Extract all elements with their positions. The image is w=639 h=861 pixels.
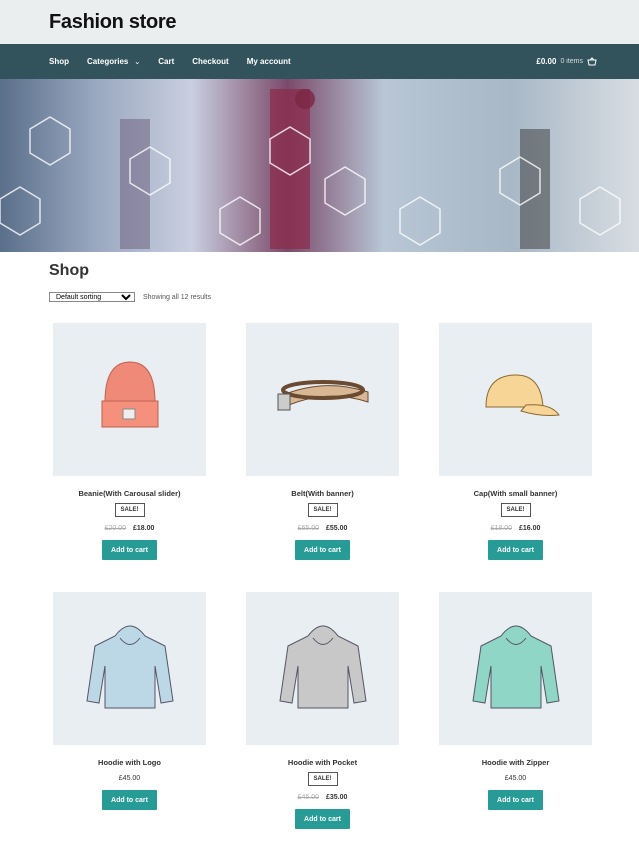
hoodie-zipper-icon <box>471 616 561 721</box>
product-card: Belt(With banner) SALE! £65.00 £55.00 Add to… <box>246 323 399 592</box>
add-to-cart-button[interactable]: Add to cart <box>102 790 157 810</box>
product-image[interactable] <box>53 323 206 476</box>
old-price: £18.00 <box>490 525 512 532</box>
old-price: £20.00 <box>104 525 126 532</box>
hero-banner <box>0 79 639 252</box>
sale-badge: SALE! <box>307 772 338 786</box>
product-name[interactable]: Cap(With small banner) <box>474 489 558 498</box>
nav-shop[interactable]: Shop <box>49 57 69 66</box>
product-image[interactable] <box>246 592 399 745</box>
product-name[interactable]: Hoodie with Zipper <box>482 758 550 767</box>
sale-badge: SALE! <box>307 503 338 517</box>
header-cart[interactable]: £0.00 0 items <box>536 57 597 66</box>
hoodie-pocket-icon <box>278 616 368 721</box>
sale-badge: SALE! <box>500 503 531 517</box>
nav-label: My account <box>246 57 291 66</box>
basket-icon <box>587 57 597 66</box>
product-name[interactable]: Belt(With banner) <box>291 489 353 498</box>
site-title[interactable]: Fashion store <box>49 11 177 34</box>
add-to-cart-button[interactable]: Add to cart <box>488 540 543 560</box>
product-card: Hoodie with Zipper £45.00 Add to cart <box>439 592 592 861</box>
cart-count: 0 items <box>560 58 583 65</box>
add-to-cart-button[interactable]: Add to cart <box>295 809 350 829</box>
product-price: £45.00 £35.00 <box>298 794 348 801</box>
sale-price: £18.00 <box>133 525 155 532</box>
product-price: £18.00 £16.00 <box>491 525 541 532</box>
old-price: £45.00 <box>297 794 319 801</box>
product-price: £45.00 <box>505 775 526 782</box>
product-card: Hoodie with Logo £45.00 Add to cart <box>53 592 206 861</box>
nav-my-account[interactable]: My account <box>247 57 291 66</box>
product-card: Cap(With small banner) SALE! £18.00 £16.00 A… <box>439 323 592 592</box>
product-name[interactable]: Beanie(With Carousal slider) <box>78 489 180 498</box>
nav-label: Shop <box>49 57 69 66</box>
belt-icon <box>273 372 373 427</box>
result-count: Showing all 12 results <box>143 293 212 301</box>
nav-label: Categories <box>87 57 129 66</box>
add-to-cart-button[interactable]: Add to cart <box>102 540 157 560</box>
regular-price: £45.00 <box>504 775 527 782</box>
chevron-down-icon: ⌄ <box>134 58 141 66</box>
cart-total: £0.00 <box>536 57 557 66</box>
beanie-icon <box>95 357 165 442</box>
nav-label: Checkout <box>192 57 229 66</box>
main-nav: Shop Categories ⌄ Cart Checkout My accoun… <box>0 44 639 79</box>
page-title: Shop <box>49 262 89 279</box>
site-header: Fashion store <box>0 0 639 44</box>
hero-image <box>0 89 621 249</box>
product-image[interactable] <box>53 592 206 745</box>
nav-checkout[interactable]: Checkout <box>192 57 228 66</box>
product-card: Hoodie with Pocket SALE! £45.00 £35.00 Add t… <box>246 592 399 861</box>
product-price: £20.00 £18.00 <box>105 525 155 532</box>
product-image[interactable] <box>439 323 592 476</box>
sale-price: £16.00 <box>519 525 541 532</box>
product-name[interactable]: Hoodie with Pocket <box>288 758 357 767</box>
add-to-cart-button[interactable]: Add to cart <box>295 540 350 560</box>
nav-label: Cart <box>158 57 175 66</box>
sorting-select[interactable]: Default sorting <box>49 292 135 302</box>
add-to-cart-button[interactable]: Add to cart <box>488 790 543 810</box>
sale-price: £55.00 <box>326 525 348 532</box>
product-grid: Beanie(With Carousal slider) SALE! £20.00 £… <box>53 323 592 861</box>
cap-icon <box>471 367 561 432</box>
product-image[interactable] <box>246 323 399 476</box>
hoodie-logo-icon <box>85 616 175 721</box>
sale-price: £35.00 <box>326 794 348 801</box>
nav-cart[interactable]: Cart <box>158 57 174 66</box>
old-price: £65.00 <box>297 525 319 532</box>
sale-badge: SALE! <box>114 503 145 517</box>
nav-categories[interactable]: Categories ⌄ <box>87 57 140 66</box>
product-image[interactable] <box>439 592 592 745</box>
product-name[interactable]: Hoodie with Logo <box>98 758 161 767</box>
product-price: £45.00 <box>119 775 140 782</box>
product-price: £65.00 £55.00 <box>298 525 348 532</box>
product-card: Beanie(With Carousal slider) SALE! £20.00 £… <box>53 323 206 592</box>
regular-price: £45.00 <box>118 775 141 782</box>
